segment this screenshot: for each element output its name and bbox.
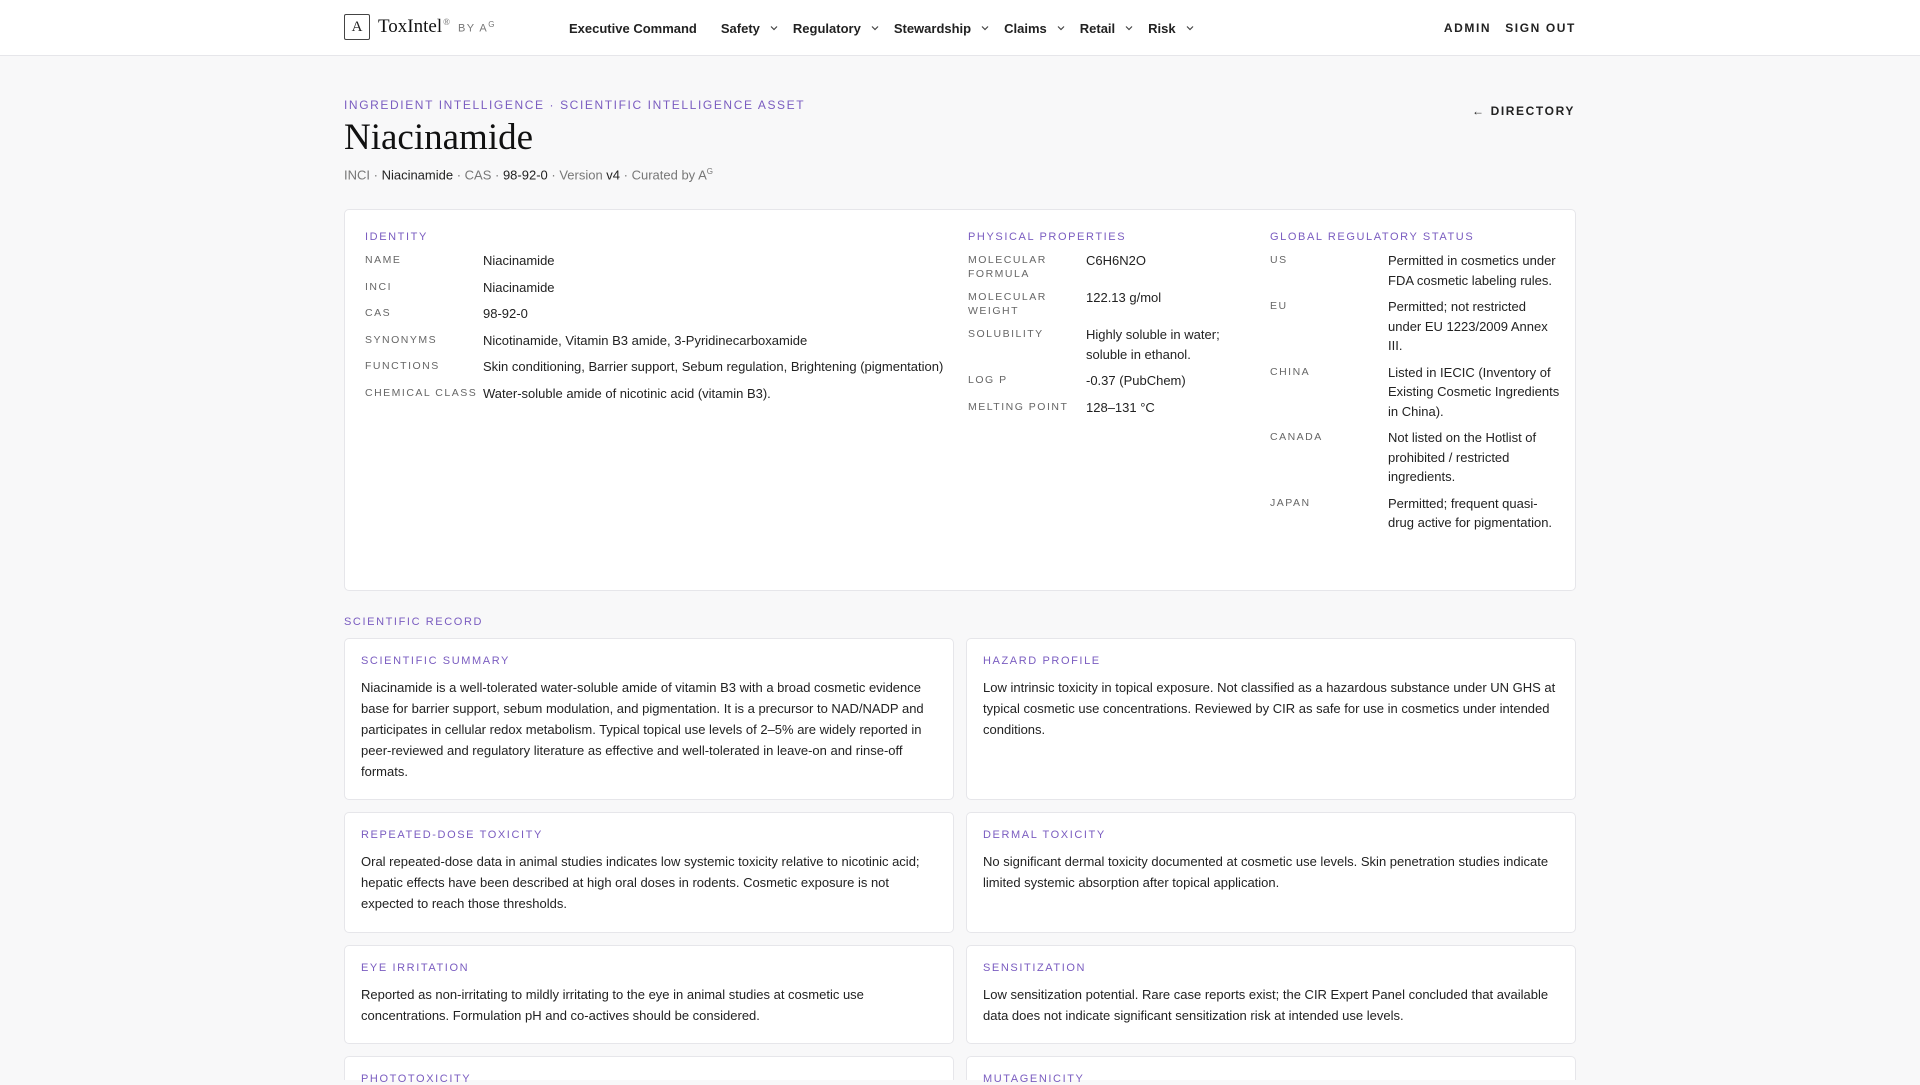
hazard-profile-card: HAZARD PROFILE Low intrinsic toxicity in… — [966, 638, 1576, 800]
card-title: EYE IRRITATION — [361, 962, 470, 974]
scientific-record-heading: SCIENTIFIC RECORD — [344, 616, 484, 628]
card-title: REPEATED-DOSE TOXICITY — [361, 829, 543, 841]
card-body: Oral repeated-dose data in animal studie… — [361, 854, 920, 911]
regulatory-row: CHINA Listed in IECIC (Inventory of Exist… — [1270, 364, 1560, 419]
account-menu: ADMIN SIGN OUT — [1430, 0, 1576, 56]
chevron-down-icon — [1057, 26, 1065, 31]
top-navigation: A ToxIntel® BY AG Executive Command Safe… — [0, 0, 1920, 56]
card-title: HAZARD PROFILE — [983, 655, 1101, 667]
chevron-down-icon — [871, 26, 879, 31]
card-body: Reported as non-irritating to mildly irr… — [361, 987, 864, 1023]
sign-out-link[interactable]: SIGN OUT — [1505, 21, 1576, 35]
eye-irritation-card: EYE IRRITATION Reported as non-irritatin… — [344, 945, 954, 1044]
identity-row: NAME Niacinamide — [365, 253, 555, 268]
nav-safety[interactable]: Safety — [721, 21, 779, 36]
property-row: MELTING POINT 128–131 °C — [968, 399, 1155, 415]
property-row: MOLECULAR WEIGHT 122.13 g/mol — [968, 290, 1162, 317]
regulatory-status-section: GLOBAL REGULATORY STATUS US Permitted in … — [1270, 231, 1560, 540]
back-to-directory-link[interactable]: ← DIRECTORY — [1472, 104, 1575, 118]
physical-properties-heading: PHYSICAL PROPERTIES — [968, 231, 1127, 243]
property-row: MOLECULAR FORMULA C6H6N2O — [968, 253, 1146, 280]
card-title: DERMAL TOXICITY — [983, 829, 1106, 841]
identity-heading: IDENTITY — [365, 231, 428, 243]
card-title: PHOTOTOXICITY — [361, 1073, 472, 1085]
card-body: No significant dermal toxicity documente… — [983, 854, 1549, 890]
physical-properties-section: PHYSICAL PROPERTIES MOLECULAR FORMULA C6H… — [968, 231, 1258, 424]
identity-row: SYNONYMS Nicotinamide, Vitamin B3 amide, … — [365, 332, 808, 348]
regulatory-row: EU Permitted; not restricted under EU 122… — [1270, 299, 1548, 353]
card-body: Low intrinsic toxicity in topical exposu… — [983, 680, 1556, 737]
identity-row: FUNCTIONS Skin conditioning, Barrier supp… — [365, 359, 944, 374]
nav-stewardship[interactable]: Stewardship — [894, 21, 990, 36]
dermal-toxicity-card: DERMAL TOXICITY No significant dermal to… — [966, 812, 1576, 933]
identity-section: IDENTITY NAME Niacinamide INCI Niacinamide… — [365, 231, 955, 410]
card-title: MUTAGENICITY — [983, 1073, 1085, 1085]
nav-regulatory[interactable]: Regulatory — [793, 21, 880, 36]
nav-retail[interactable]: Retail — [1080, 21, 1134, 36]
chevron-down-icon — [770, 26, 778, 31]
card-title: SENSITIZATION — [983, 962, 1087, 974]
nav-risk[interactable]: Risk — [1148, 21, 1194, 36]
card-body: Niacinamide is a well-tolerated water-so… — [361, 680, 924, 779]
sensitization-card: SENSITIZATION Low sensitization potentia… — [966, 945, 1576, 1044]
regulatory-row: CANADA Not listed on the Hotlist of prohi… — [1270, 430, 1537, 484]
identity-row: CHEMICAL CLASS Water-soluble amide of nic… — [365, 385, 771, 401]
main-menu: Executive Command Safety Regulatory Stew… — [569, 0, 1195, 56]
brand-logo[interactable]: A ToxIntel® BY AG — [344, 14, 496, 40]
mutagenicity-card: MUTAGENICITY — [966, 1056, 1576, 1085]
nav-executive-command[interactable]: Executive Command — [569, 21, 697, 36]
identity-row: INCI Niacinamide — [365, 279, 555, 295]
brand-mark-icon: A — [344, 14, 370, 40]
page-title: Niacinamide — [344, 117, 534, 158]
regulatory-row: US Permitted in cosmetics under FDA cosme… — [1270, 253, 1556, 288]
property-row: SOLUBILITY Highly soluble in water; solub… — [968, 327, 1220, 362]
repeated-dose-toxicity-card: REPEATED-DOSE TOXICITY Oral repeated-dos… — [344, 812, 954, 933]
brand-byline: BY AG — [457, 19, 496, 35]
card-title: SCIENTIFIC SUMMARY — [361, 655, 510, 667]
phototoxicity-card: PHOTOTOXICITY — [344, 1056, 954, 1085]
ingredient-overview-card: IDENTITY NAME Niacinamide INCI Niacinamide… — [344, 209, 1576, 591]
chevron-down-icon — [981, 26, 989, 31]
ingredient-meta-line: INCI · Niacinamide · CAS · 98-92-0 · Ver… — [344, 167, 713, 183]
brand-name: ToxIntel® — [378, 16, 450, 37]
identity-row: CAS 98-92-0 — [365, 306, 528, 321]
card-body: Low sensitization potential. Rare case r… — [983, 987, 1549, 1023]
nav-claims[interactable]: Claims — [1004, 21, 1066, 36]
property-row: LOG P -0.37 (PubChem) — [968, 373, 1186, 388]
scientific-summary-card: SCIENTIFIC SUMMARY Niacinamide is a well… — [344, 638, 954, 800]
page-eyebrow: INGREDIENT INTELLIGENCE · SCIENTIFIC INT… — [344, 98, 806, 112]
admin-link[interactable]: ADMIN — [1444, 21, 1491, 35]
regulatory-status-heading: GLOBAL REGULATORY STATUS — [1270, 231, 1475, 243]
regulatory-row: JAPAN Permitted; frequent quasi-drug acti… — [1270, 495, 1553, 531]
chevron-down-icon — [1186, 26, 1194, 31]
chevron-down-icon — [1125, 26, 1133, 31]
